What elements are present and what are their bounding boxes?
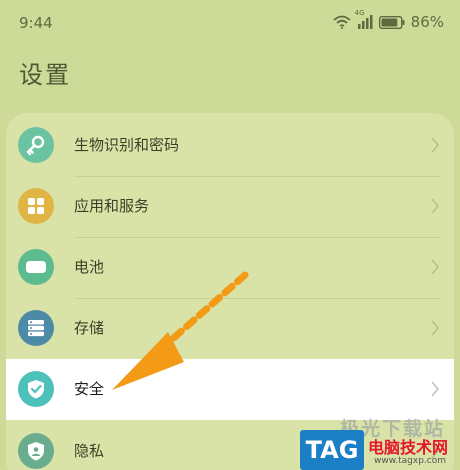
cell-signal-icon: 4G (355, 9, 373, 29)
privacy-shield-icon (18, 433, 54, 469)
settings-item-label: 安全 (74, 380, 105, 398)
battery-percent: 86% (410, 13, 444, 31)
tag-logo: TAG (300, 430, 364, 470)
status-indicators: 4G 86% (333, 9, 444, 31)
watermark-cn-text: 电脑技术网 (368, 438, 449, 457)
settings-item-security[interactable]: 安全 (6, 359, 454, 420)
settings-item-apps[interactable]: 应用和服务 (6, 176, 454, 237)
status-time: 9:44 (19, 14, 53, 32)
chevron-right-icon (431, 320, 440, 336)
settings-item-label: 隐私 (74, 442, 105, 460)
battery-icon (18, 249, 54, 285)
settings-item-label: 生物识别和密码 (74, 136, 180, 154)
settings-item-label: 电池 (74, 258, 105, 276)
battery-status-icon (378, 15, 405, 29)
chevron-right-icon (431, 137, 440, 153)
watermark: 极光下载站 TAG 电脑技术网 www.tagxp.com (300, 418, 460, 470)
settings-screen: 9:44 4G 86% 设置 生物识别和密码 应用和服务 电池 存储 安全 隐私… (0, 0, 460, 470)
settings-item-battery[interactable]: 电池 (6, 237, 454, 298)
chevron-right-icon (431, 198, 440, 214)
page-title: 设置 (19, 61, 71, 89)
shield-check-icon (18, 371, 54, 407)
wifi-icon (333, 15, 351, 29)
key-icon (18, 127, 54, 163)
settings-item-label: 存储 (74, 319, 105, 337)
storage-icon (18, 310, 54, 346)
watermark-url: www.tagxp.com (374, 456, 446, 466)
signal-badge: 4G (354, 9, 365, 17)
chevron-right-icon (431, 259, 440, 275)
status-bar: 9:44 4G 86% (0, 0, 460, 42)
apps-grid-icon (18, 188, 54, 224)
chevron-right-icon (431, 381, 440, 397)
settings-item-biometrics[interactable]: 生物识别和密码 (6, 115, 454, 176)
settings-item-storage[interactable]: 存储 (6, 298, 454, 359)
settings-item-label: 应用和服务 (74, 197, 150, 215)
